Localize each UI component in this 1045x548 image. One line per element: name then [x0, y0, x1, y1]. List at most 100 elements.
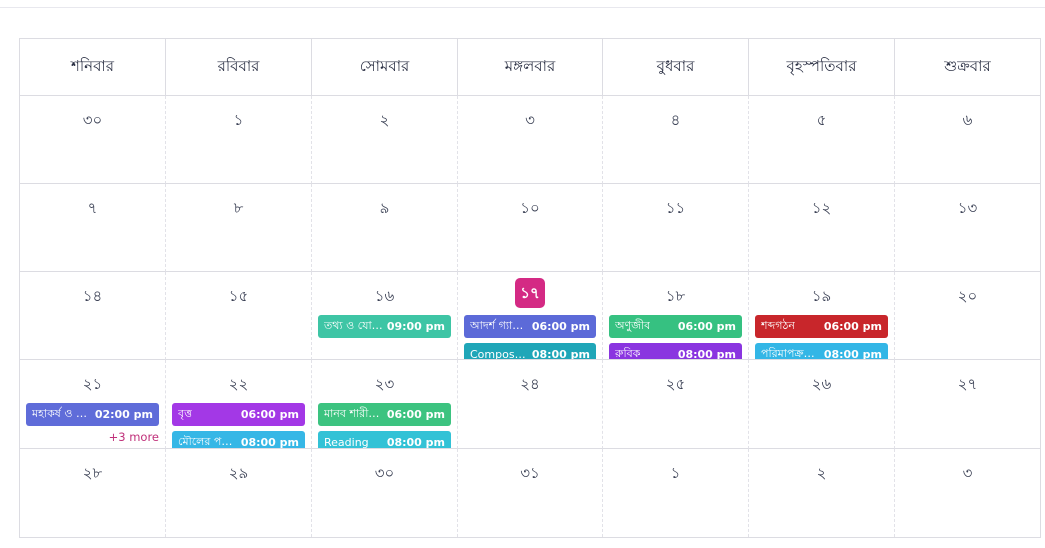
day-number: ১৬	[374, 287, 395, 305]
day-number: ৩১	[520, 464, 540, 482]
day-number: ১৮	[665, 287, 686, 305]
event-list: আদর্শ গ্যাস ...06:00 pm Compositio...08:0…	[464, 315, 596, 359]
event-list: তথ্য ও যোগা...09:00 pm	[318, 315, 451, 343]
day-cell[interactable]: ৩১	[458, 449, 603, 537]
calendar-event[interactable]: Reading 08:00 pm	[318, 431, 451, 448]
month-calendar-grid: শনিবার রবিবার সোমবার মঙ্গলবার বুধবার বৃহস্পতি…	[19, 38, 1041, 538]
day-cell[interactable]: ১৩	[895, 184, 1040, 272]
more-events-link[interactable]: +3 more	[26, 430, 159, 444]
day-number: ৫	[816, 111, 827, 129]
event-time: 08:00 pm	[823, 348, 882, 360]
day-number: ২৩	[374, 375, 395, 393]
day-number: ৭	[87, 199, 98, 217]
day-cell[interactable]: ৩	[458, 96, 603, 184]
day-number: ২০	[957, 287, 978, 305]
event-title: শব্দগঠন	[761, 319, 795, 332]
day-cell[interactable]: ৩০	[20, 96, 166, 184]
day-number: ১৯	[811, 287, 832, 305]
day-cell[interactable]: ২০	[895, 272, 1040, 360]
day-cell[interactable]: ১২	[749, 184, 895, 272]
day-number: ৪	[670, 111, 681, 129]
event-title: মানব শারীর...	[324, 407, 383, 420]
day-cell[interactable]: ১৬ তথ্য ও যোগা...09:00 pm	[312, 272, 458, 360]
day-cell[interactable]: ১	[166, 96, 312, 184]
event-time: 02:00 pm	[94, 408, 153, 421]
today-day-number: ১৭	[515, 278, 545, 308]
day-number: ৬	[962, 111, 973, 129]
day-cell[interactable]: ৪	[603, 96, 749, 184]
weekday-header: বুধবার	[603, 39, 749, 96]
day-number: ১৪	[82, 287, 103, 305]
day-cell[interactable]: ৮	[166, 184, 312, 272]
day-number: ১৩	[957, 199, 978, 217]
event-time: 08:00 pm	[240, 436, 299, 449]
event-time: 09:00 pm	[386, 320, 445, 333]
event-time: 08:00 pm	[677, 348, 736, 360]
calendar-event[interactable]: মানব শারীর... 06:00 pm	[318, 403, 451, 426]
event-title: মহাকর্ষ ও অ...	[32, 407, 91, 420]
calendar-event[interactable]: রুবিক 08:00 pm	[609, 343, 742, 360]
calendar-event[interactable]: বৃত্ত 06:00 pm	[172, 403, 305, 426]
day-cell[interactable]: ৫	[749, 96, 895, 184]
calendar-event[interactable]: তথ্য ও যোগা...09:00 pm	[318, 315, 451, 338]
calendar-event[interactable]: মৌলের পর্যা... 08:00 pm	[172, 431, 305, 449]
day-number: ৩০	[82, 111, 103, 129]
day-cell[interactable]: ১৮ অণুজীব 06:00 pm রুবিক 08:00 pm	[603, 272, 749, 360]
event-list: শব্দগঠন 06:00 pm পরিমাপক্রম... 08:00 pm	[755, 315, 888, 360]
day-number: ১৫	[228, 287, 249, 305]
event-time: 06:00 pm	[240, 408, 299, 421]
day-cell[interactable]: ১৫	[166, 272, 312, 360]
day-cell[interactable]: ১১	[603, 184, 749, 272]
day-cell[interactable]: ৩	[895, 449, 1040, 537]
event-title: বৃত্ত	[178, 407, 192, 420]
day-number: ৩	[525, 111, 535, 129]
day-cell[interactable]: ৭	[20, 184, 166, 272]
top-divider	[0, 7, 1045, 8]
calendar-event[interactable]: শব্দগঠন 06:00 pm	[755, 315, 888, 338]
day-number: ২৮	[82, 464, 103, 482]
day-cell[interactable]: ২	[749, 449, 895, 537]
calendar-event[interactable]: অণুজীব 06:00 pm	[609, 315, 742, 338]
day-cell[interactable]: ১৪	[20, 272, 166, 360]
day-cell[interactable]: ২৫	[603, 360, 749, 449]
day-cell[interactable]: ২৪	[458, 360, 603, 449]
day-cell[interactable]: ২৯	[166, 449, 312, 537]
day-cell[interactable]: ৬	[895, 96, 1040, 184]
event-list: মানব শারীর... 06:00 pm Reading 08:00 pm	[318, 403, 451, 448]
day-cell[interactable]: ১	[603, 449, 749, 537]
day-cell[interactable]: ৩০	[312, 449, 458, 537]
day-number: ১	[233, 111, 244, 129]
event-title: রুবিক	[615, 347, 641, 360]
weekday-header: মঙ্গলবার	[458, 39, 603, 96]
event-time: 06:00 pm	[386, 408, 445, 421]
day-cell[interactable]: ২৮	[20, 449, 166, 537]
day-number: ২৭	[957, 375, 978, 393]
day-cell[interactable]: ২১ মহাকর্ষ ও অ... 02:00 pm +3 more	[20, 360, 166, 449]
day-number: ২	[816, 464, 827, 482]
day-cell[interactable]: ২২ বৃত্ত 06:00 pm মৌলের পর্যা... 08:00 pm	[166, 360, 312, 449]
event-title: মৌলের পর্যা...	[178, 435, 237, 448]
day-cell[interactable]: ২৬	[749, 360, 895, 449]
day-cell[interactable]: ৯	[312, 184, 458, 272]
weekday-header: শুক্রবার	[895, 39, 1040, 96]
day-cell[interactable]: ১০	[458, 184, 603, 272]
day-cell[interactable]: ২৭	[895, 360, 1040, 449]
day-number: ৩০	[374, 464, 395, 482]
event-list: বৃত্ত 06:00 pm মৌলের পর্যা... 08:00 pm	[172, 403, 305, 449]
event-title: অণুজীব	[615, 319, 651, 332]
calendar-event[interactable]: পরিমাপক্রম... 08:00 pm	[755, 343, 888, 360]
day-number: ১১	[665, 199, 686, 217]
calendar-event[interactable]: আদর্শ গ্যাস ... 06:00 pm	[464, 315, 596, 338]
event-title: পরিমাপক্রম...	[761, 347, 820, 360]
event-title: আদর্শ গ্যাস ...	[470, 319, 528, 332]
day-cell[interactable]: ১৯ শব্দগঠন 06:00 pm পরিমাপক্রম... 08:00 pm	[749, 272, 895, 360]
calendar-event[interactable]: মহাকর্ষ ও অ... 02:00 pm	[26, 403, 159, 426]
day-cell[interactable]: ২৩ মানব শারীর... 06:00 pm Reading 08:00 pm	[312, 360, 458, 449]
day-number: ২	[379, 111, 390, 129]
day-cell[interactable]: ২	[312, 96, 458, 184]
day-number: ৮	[233, 199, 244, 217]
day-cell[interactable]: ১৭ আদর্শ গ্যাস ...06:00 pm Compositio...08…	[458, 272, 603, 360]
day-number: ২৯	[228, 464, 249, 482]
day-number: ১২	[811, 199, 832, 217]
calendar-event[interactable]: Compositio...08:00 pm	[464, 343, 596, 359]
